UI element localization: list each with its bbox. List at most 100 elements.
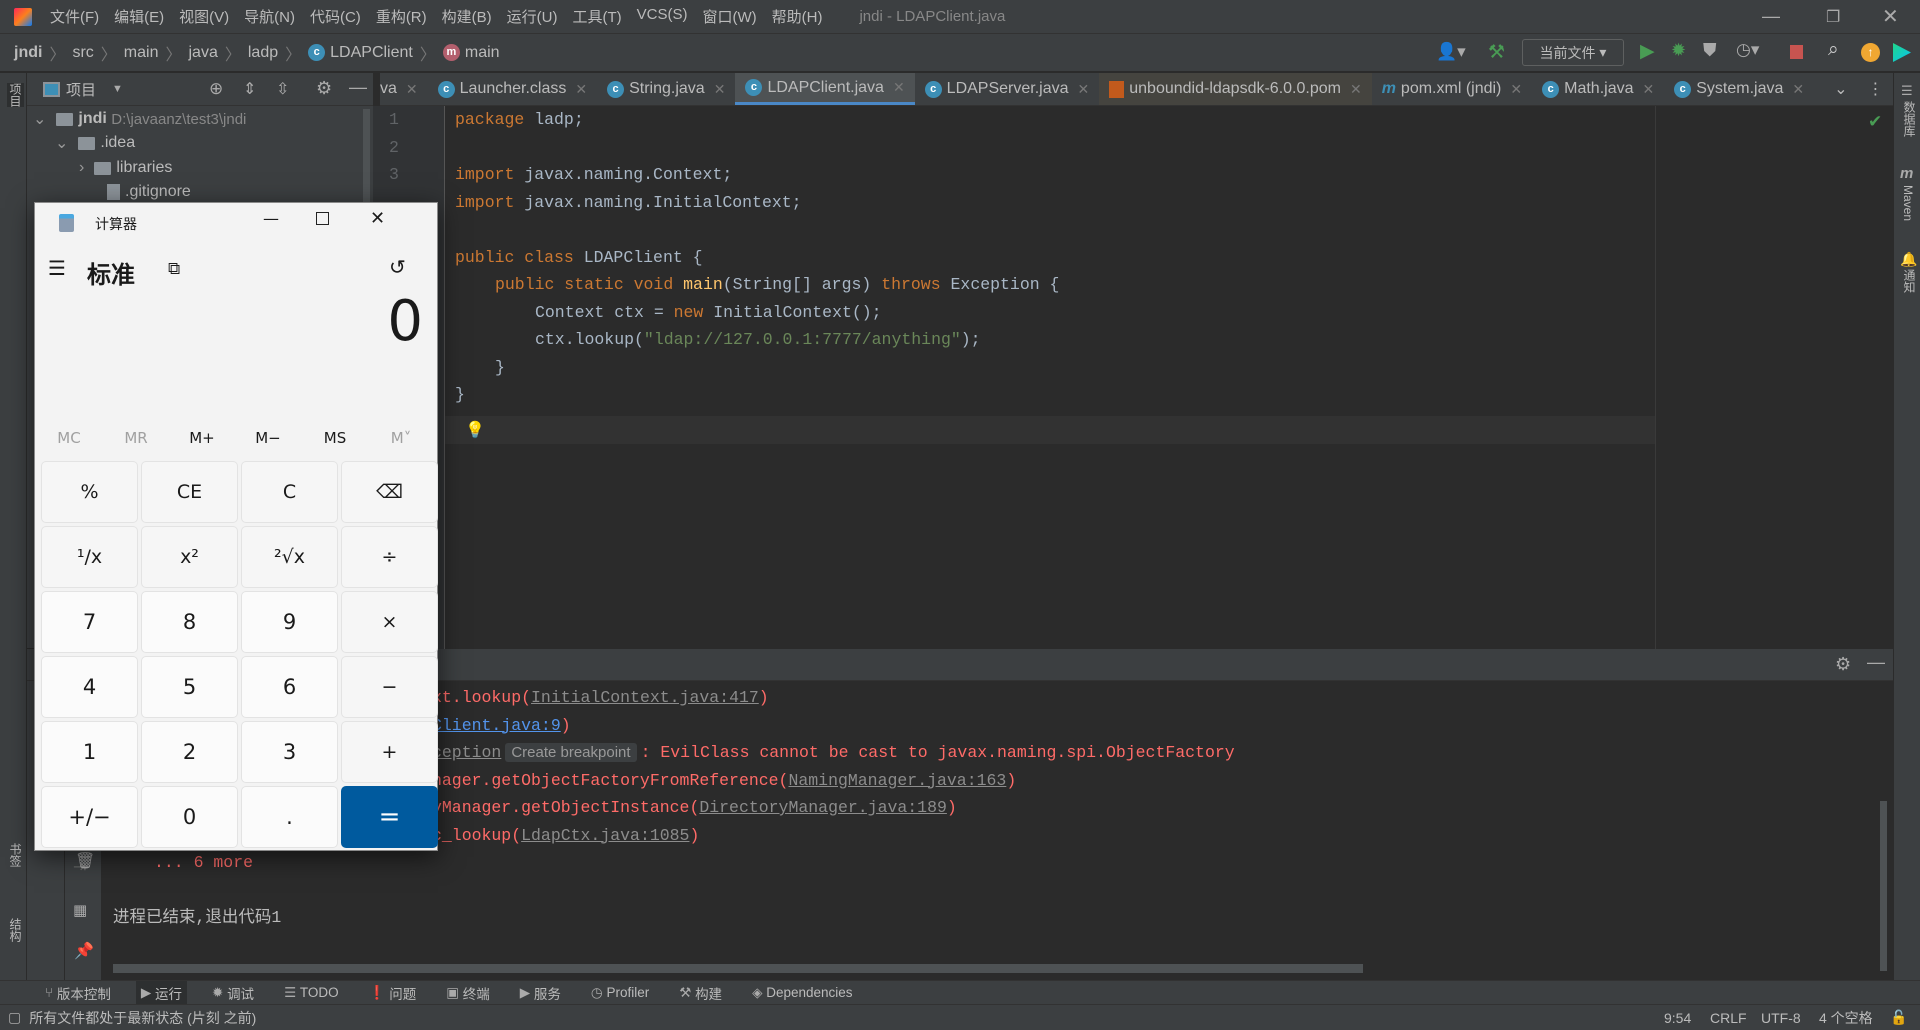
run-icon[interactable]: ▶	[1640, 40, 1655, 63]
tree-item-idea[interactable]: ⌄ .idea	[55, 131, 135, 155]
tool-services[interactable]: ▶ 服务	[515, 981, 566, 1005]
layout-icon[interactable]: ▦	[73, 901, 87, 919]
key-digit-4-button[interactable]: 4	[41, 656, 138, 718]
console-scrollbar-vertical[interactable]	[1880, 801, 1887, 971]
tree-item-jndi[interactable]: ⌄ jndi D:\javaanz\test3\jndi	[33, 107, 246, 131]
menu-window[interactable]: 窗口(W)	[702, 6, 756, 27]
structure-tool-button[interactable]: 结构	[7, 918, 24, 942]
stack-link[interactable]: LdapCtx.java:1085	[521, 826, 689, 845]
breadcrumb-src[interactable]: src	[72, 44, 93, 62]
tabs-more-icon[interactable]: ⋮	[1858, 73, 1894, 105]
key-square-button[interactable]: x²	[141, 526, 238, 588]
indent-setting[interactable]: 4 个空格	[1819, 1008, 1873, 1028]
memory-recall-button[interactable]: MR	[106, 429, 166, 447]
key-clear-entry-button[interactable]: CE	[141, 461, 238, 523]
tool-todo[interactable]: ☰ TODO	[279, 981, 344, 1005]
caret-position[interactable]: 9:54	[1664, 1010, 1691, 1026]
memory-store-button[interactable]: MS	[305, 429, 365, 447]
user-icon[interactable]: 👤▾	[1436, 42, 1466, 62]
menu-code[interactable]: 代码(C)	[310, 6, 361, 27]
collapse-all-icon[interactable]: ⇳	[276, 79, 289, 99]
tree-item-libraries[interactable]: › libraries	[79, 156, 172, 180]
line-separator[interactable]: CRLF	[1710, 1010, 1747, 1026]
menu-edit[interactable]: 编辑(E)	[114, 6, 164, 27]
key-digit-8-button[interactable]: 8	[141, 591, 238, 653]
pin-icon[interactable]: 📌	[74, 941, 94, 961]
tab-ldapclient-java[interactable]: c LDAPClient.java ✕	[735, 73, 915, 105]
key-multiply-button[interactable]: ×	[341, 591, 438, 653]
key-digit-0-button[interactable]: 0	[141, 786, 238, 848]
memory-clear-button[interactable]: MC	[39, 429, 99, 447]
lock-icon[interactable]: 🔓	[1890, 1009, 1907, 1026]
gear-icon[interactable]: ⚙	[316, 78, 332, 99]
tab-unboundid-pom[interactable]: unboundid-ldapsdk-6.0.0.pom ✕	[1099, 73, 1372, 105]
tabs-overflow-chevron-icon[interactable]: ⌄	[1824, 73, 1857, 105]
memory-subtract-button[interactable]: M−	[238, 429, 298, 447]
memory-list-button[interactable]: M˅	[371, 429, 431, 447]
debug-icon[interactable]: ✹	[1671, 40, 1686, 61]
key-subtract-button[interactable]: −	[341, 656, 438, 718]
tool-build[interactable]: ⚒ 构建	[674, 981, 727, 1005]
tool-version-control[interactable]: ⑂ 版本控制	[40, 981, 116, 1005]
tab-ldapserver-java[interactable]: c LDAPServer.java ✕	[915, 73, 1100, 105]
key-digit-5-button[interactable]: 5	[141, 656, 238, 718]
breadcrumb-main[interactable]: main	[124, 44, 159, 62]
tool-debug[interactable]: ✹ 调试	[207, 981, 259, 1005]
tool-dependencies[interactable]: ◈ Dependencies	[747, 981, 857, 1005]
key-negate-button[interactable]: +/−	[41, 786, 138, 848]
key-digit-3-button[interactable]: 3	[241, 721, 338, 783]
key-add-button[interactable]: +	[341, 721, 438, 783]
stack-link[interactable]: NamingManager.java:163	[788, 771, 1006, 790]
tab-pom-xml[interactable]: m pom.xml (jndi) ✕	[1372, 73, 1532, 105]
key-digit-2-button[interactable]: 2	[141, 721, 238, 783]
toolbox-logo-icon[interactable]	[1893, 43, 1911, 62]
restore-button[interactable]: ❐	[1826, 7, 1840, 27]
tab-launcher-class[interactable]: c Launcher.class ✕	[428, 73, 597, 105]
menu-run[interactable]: 运行(U)	[507, 6, 558, 27]
hide-icon[interactable]: —	[349, 77, 367, 98]
tool-profiler[interactable]: ◷ Profiler	[586, 981, 654, 1005]
notifications-tool-button[interactable]: 通知	[1901, 269, 1918, 293]
update-icon[interactable]: ↑	[1861, 43, 1880, 62]
tab-system-java[interactable]: c System.java ✕	[1664, 73, 1814, 105]
breadcrumb-java[interactable]: java	[189, 44, 218, 62]
minimize-button[interactable]: —	[1762, 6, 1780, 27]
stack-link[interactable]: Client.java:9	[432, 716, 561, 735]
maven-tool-button[interactable]: Maven	[1901, 185, 1915, 221]
key-clear-button[interactable]: C	[241, 461, 338, 523]
history-icon[interactable]: ↺	[389, 255, 406, 279]
key-backspace-button[interactable]: ⌫	[341, 461, 438, 523]
project-view-dropdown[interactable]: 项目	[66, 79, 96, 100]
stack-link[interactable]: InitialContext.java:417	[531, 688, 759, 707]
stack-link[interactable]: DirectoryManager.java:189	[699, 798, 947, 817]
run-settings-gear-icon[interactable]: ⚙	[1835, 654, 1851, 675]
key-square-root-button[interactable]: ²√x	[241, 526, 338, 588]
menu-tools[interactable]: 工具(T)	[572, 6, 621, 27]
key-percent-button[interactable]: %	[41, 461, 138, 523]
menu-vcs[interactable]: VCS(S)	[637, 6, 688, 27]
breadcrumb-method-main[interactable]: main	[465, 44, 500, 62]
menu-refactor[interactable]: 重构(R)	[376, 6, 427, 27]
key-digit-7-button[interactable]: 7	[41, 591, 138, 653]
coverage-icon[interactable]: ⛊	[1703, 40, 1717, 61]
tool-problems[interactable]: ❗ 问题	[364, 981, 422, 1005]
expand-all-icon[interactable]: ⇕	[243, 79, 256, 99]
tab-partial[interactable]: va ✕	[380, 73, 428, 105]
breadcrumb-ldapclient[interactable]: LDAPClient	[330, 44, 413, 62]
close-button[interactable]: ✕	[1882, 4, 1899, 29]
profile-icon[interactable]: ◷▾	[1736, 40, 1759, 60]
tab-string-java[interactable]: c String.java ✕	[597, 73, 735, 105]
menu-view[interactable]: 视图(V)	[179, 6, 229, 27]
key-digit-9-button[interactable]: 9	[241, 591, 338, 653]
calc-minimize-button[interactable]: —	[263, 209, 279, 228]
calc-close-button[interactable]: ✕	[370, 208, 385, 229]
hamburger-menu-icon[interactable]: ☰	[48, 256, 66, 280]
search-icon[interactable]: ⌕	[1828, 39, 1839, 61]
project-tool-button[interactable]: 项目	[7, 83, 24, 107]
tool-run[interactable]: ▶ 运行	[135, 980, 187, 1005]
menu-navigate[interactable]: 导航(N)	[244, 6, 295, 27]
clear-console-trash-icon[interactable]: 🗑	[75, 851, 95, 871]
memory-add-button[interactable]: M+	[172, 429, 232, 447]
stop-icon[interactable]	[1790, 45, 1803, 59]
build-hammer-icon[interactable]: ⚒	[1488, 41, 1505, 64]
